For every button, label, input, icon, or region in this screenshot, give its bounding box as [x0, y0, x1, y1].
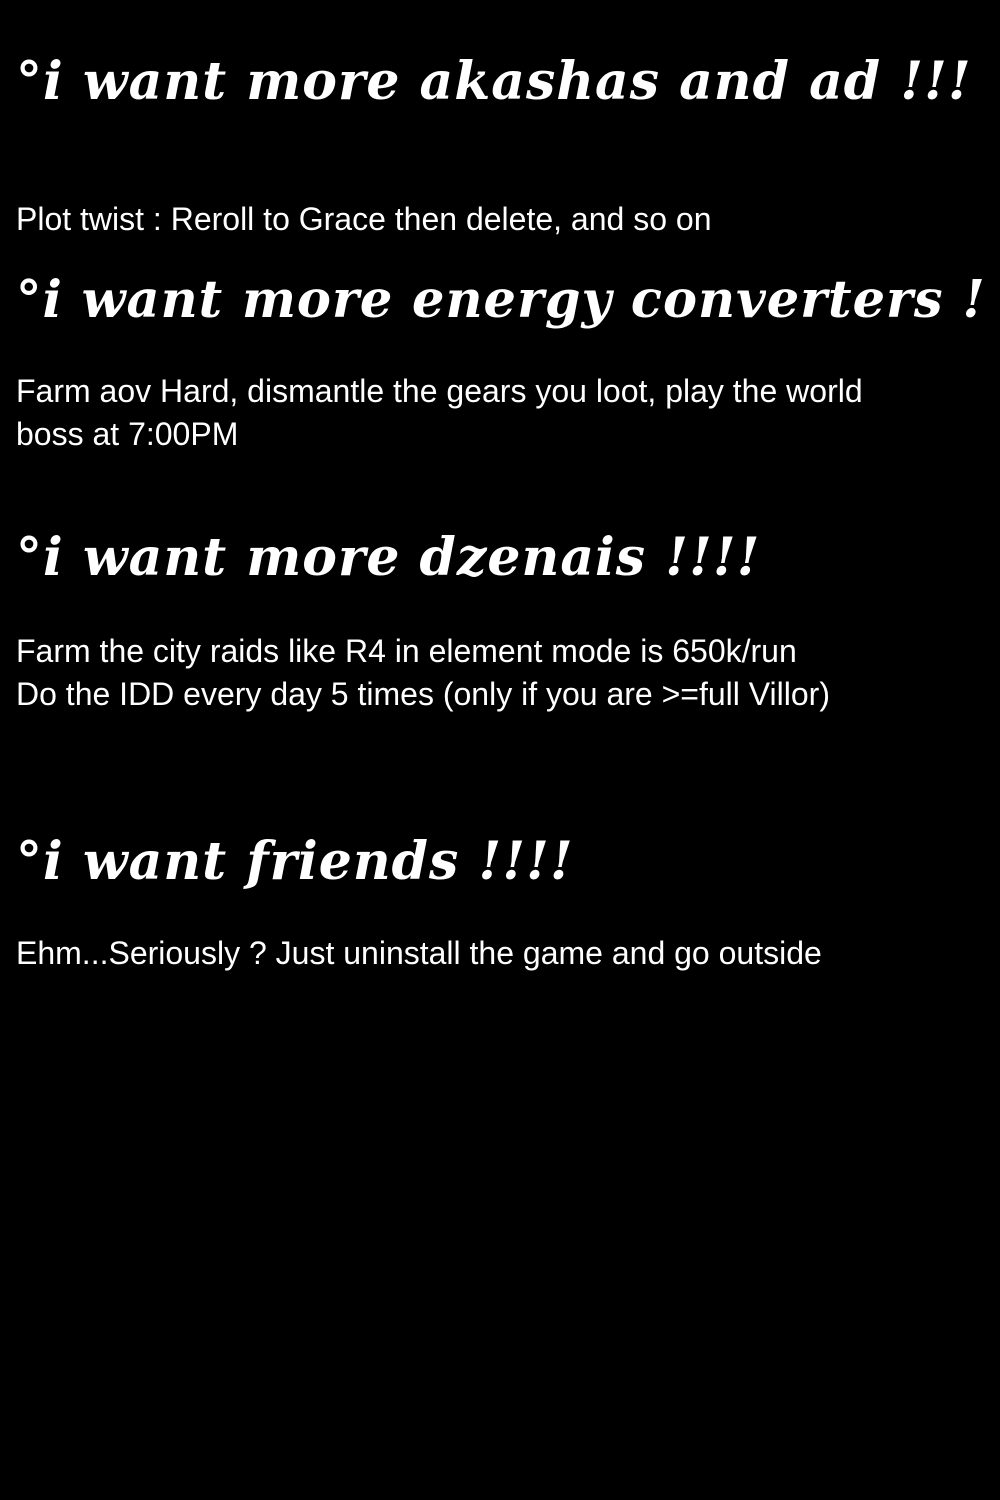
section-heading-akashas: °i want more akashas and ad !!! [16, 51, 972, 112]
section-text-friends: Ehm...Seriously ? Just uninstall the gam… [16, 935, 822, 971]
section-heading-energy-converters: °i want more energy converters ! [16, 270, 986, 330]
section-text-dzenais-line2: Do the IDD every day 5 times (only if yo… [16, 676, 830, 712]
section-heading-friends: °i want friends !!!! [16, 831, 574, 892]
page: °i want more akashas and ad !!! Plot twi… [0, 0, 1000, 1500]
section-text-dzenais-line1: Farm the city raids like R4 in element m… [16, 633, 797, 669]
section-heading-dzenais: °i want more dzenais !!!! [16, 527, 761, 588]
section-text-energy-converters-line1: Farm aov Hard, dismantle the gears you l… [16, 373, 863, 409]
section-text-energy-converters-line2: boss at 7:00PM [16, 416, 239, 452]
section-text-akashas: Plot twist : Reroll to Grace then delete… [16, 201, 712, 237]
